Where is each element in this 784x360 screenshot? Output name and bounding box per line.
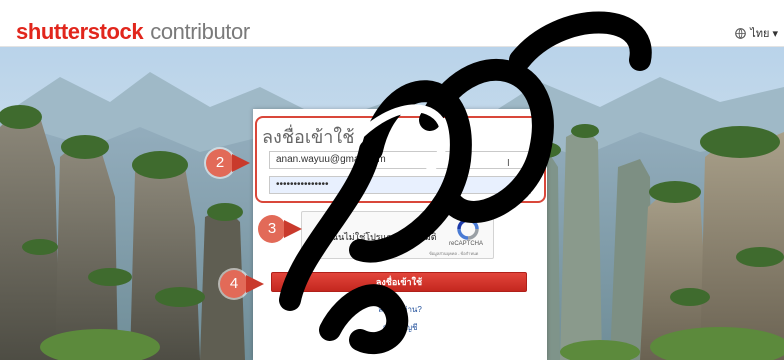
email-field[interactable]: anan.wayuu@gmail.com xyxy=(269,151,531,169)
logo-brand: shutterstock xyxy=(16,19,144,44)
shutterstock-logo[interactable]: shutterstock contributor xyxy=(16,20,250,44)
recaptcha-brand: reCAPTCHA xyxy=(449,241,484,247)
password-field[interactable]: ••••••••••••••• xyxy=(269,176,531,194)
text-cursor-icon: I xyxy=(507,158,510,169)
top-bar: shutterstock contributor ไทย ▾ xyxy=(0,0,784,47)
step-arrow-icon xyxy=(284,220,302,238)
language-selector[interactable]: ไทย ▾ xyxy=(735,24,778,42)
create-account-link[interactable]: สร้างบัญชี xyxy=(253,321,547,334)
step-number-4: 4 xyxy=(220,270,248,298)
step-marker-3: 3 xyxy=(258,215,302,243)
logo-suffix: contributor xyxy=(150,19,250,44)
login-button[interactable]: ลงชื่อเข้าใช้ xyxy=(271,272,527,292)
step-arrow-icon xyxy=(232,154,250,172)
recaptcha-widget[interactable]: ฉันไม่ใช่โปรแกรมอัตโนมัติ reCAPTCHA ข้อม… xyxy=(301,211,494,259)
login-title: ลงชื่อเข้าใช้ xyxy=(262,127,355,147)
step-marker-4: 4 xyxy=(220,270,264,298)
language-label: ไทย ▾ xyxy=(750,28,778,40)
step-arrow-icon xyxy=(246,275,264,293)
step-marker-2: 2 xyxy=(206,149,250,177)
globe-icon xyxy=(735,27,747,39)
step-number-2: 2 xyxy=(206,149,234,177)
checkmark-icon[interactable] xyxy=(312,225,332,241)
recaptcha-terms-link[interactable]: ข้อมูลส่วนบุคคล - ข้อกำหนด xyxy=(429,250,478,257)
captcha-label: ฉันไม่ใช่โปรแกรมอัตโนมัติ xyxy=(332,232,437,242)
recaptcha-logo-icon xyxy=(457,218,479,240)
step-number-3: 3 xyxy=(258,215,286,243)
forgot-password-link[interactable]: ลืมรหัสผ่าน? xyxy=(253,303,547,316)
